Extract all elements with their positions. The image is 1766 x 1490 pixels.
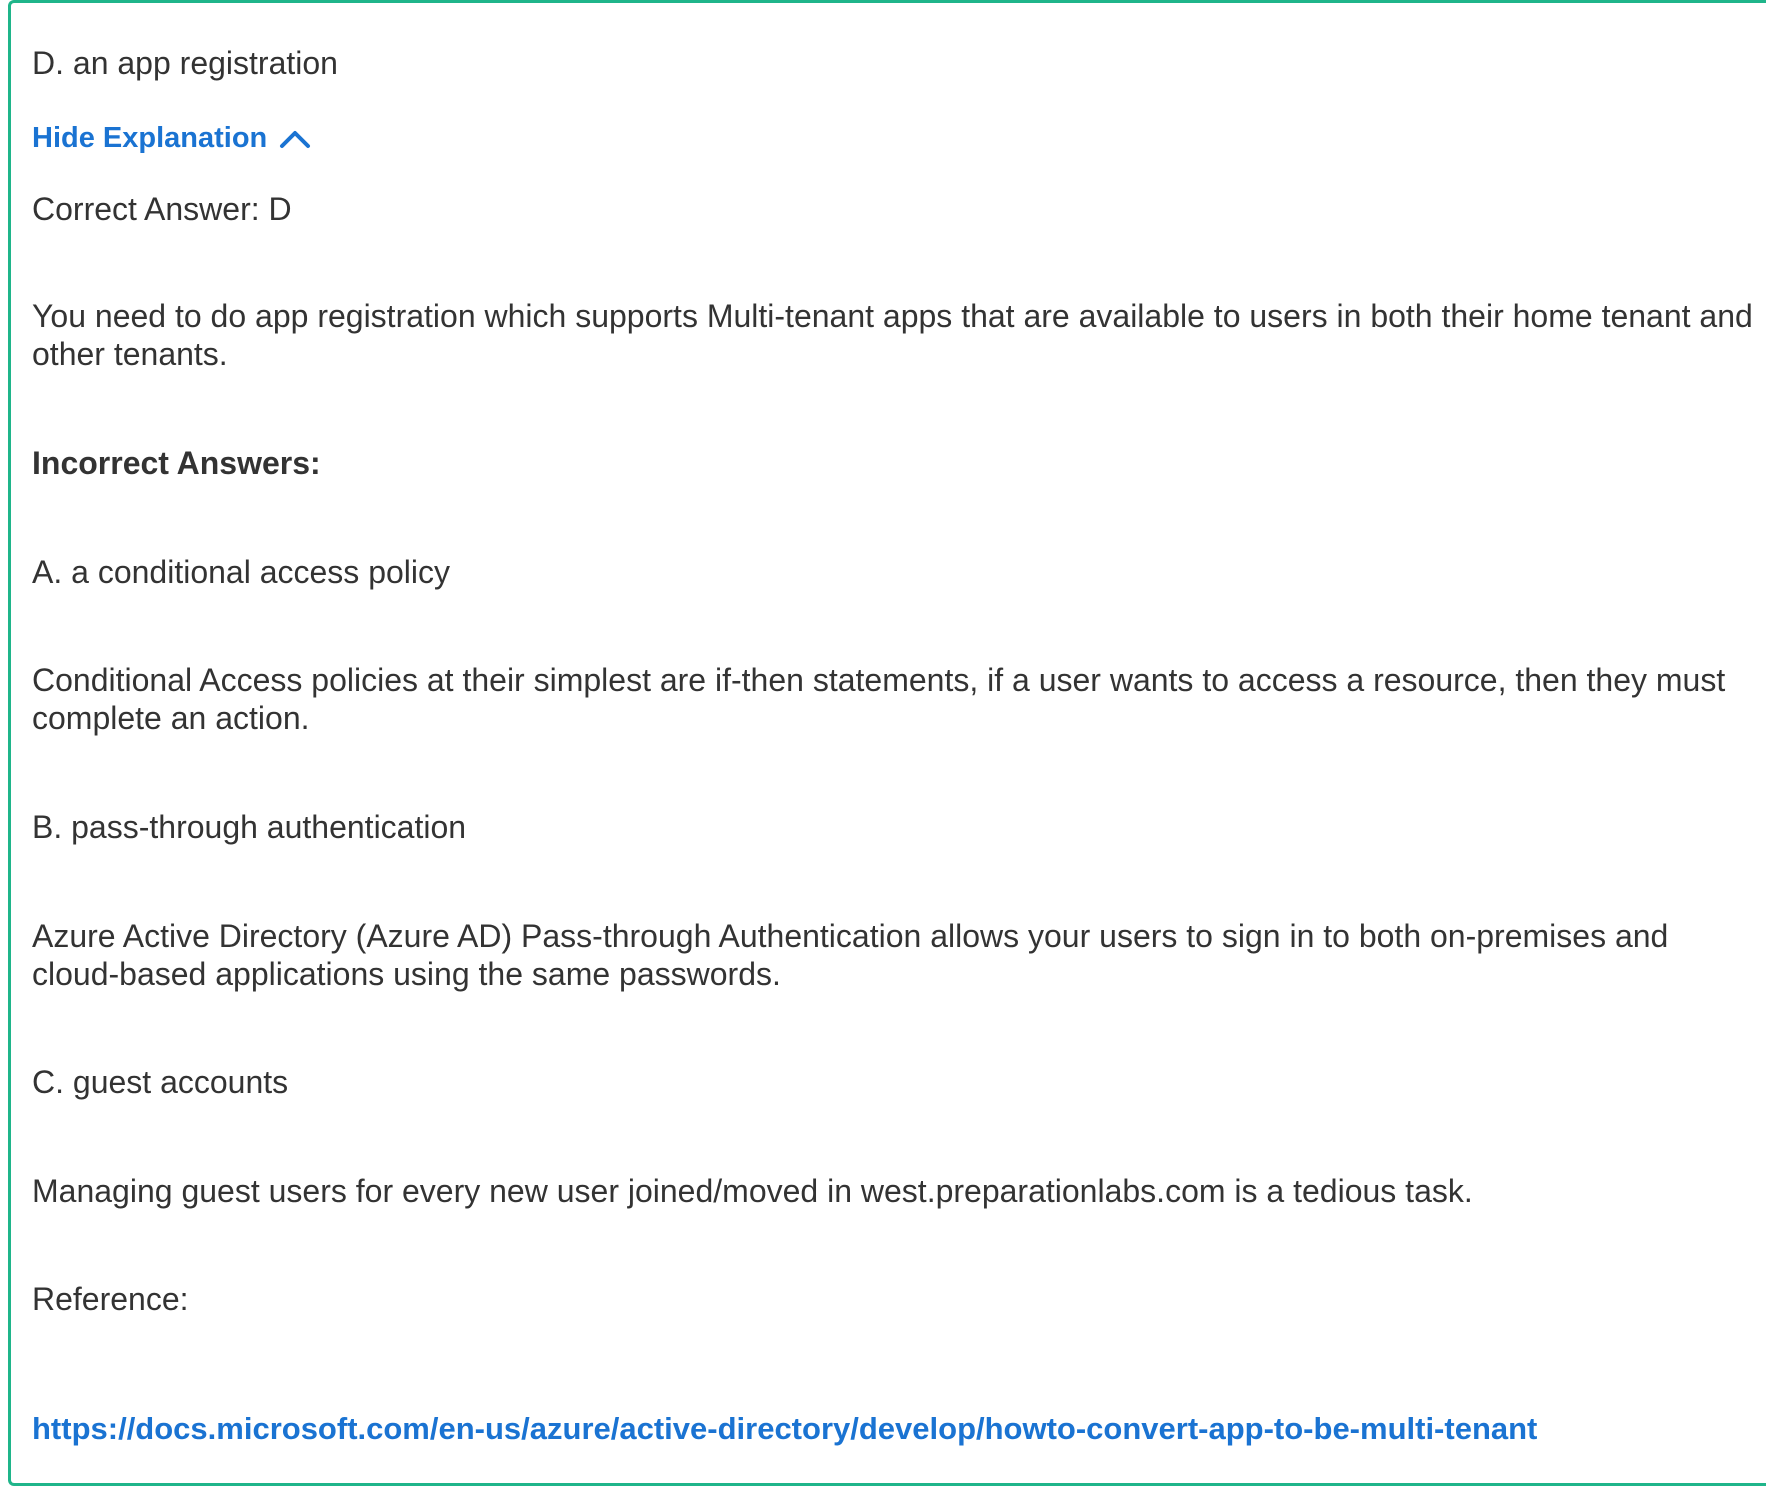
incorrect-option-c: C. guest accounts bbox=[32, 1064, 289, 1100]
hide-explanation-label: Hide Explanation bbox=[32, 122, 268, 154]
incorrect-answers-heading: Incorrect Answers: bbox=[32, 445, 321, 481]
incorrect-reason-a: Conditional Access policies at their sim… bbox=[32, 662, 1726, 736]
explanation-text: You need to do app registration which su… bbox=[32, 298, 1753, 372]
reference-link[interactable]: https://docs.microsoft.com/en-us/azure/a… bbox=[32, 1410, 1537, 1448]
hide-explanation-toggle[interactable]: Hide Explanation bbox=[32, 120, 313, 156]
incorrect-reason-c: Managing guest users for every new user … bbox=[32, 1173, 1473, 1209]
correct-answer-text: Correct Answer: D bbox=[32, 191, 292, 227]
incorrect-option-a: A. a conditional access policy bbox=[32, 554, 450, 590]
incorrect-reason-b: Azure Active Directory (Azure AD) Pass-t… bbox=[32, 918, 1669, 992]
incorrect-option-b: B. pass-through authentication bbox=[32, 809, 467, 845]
option-d-text: D. an app registration bbox=[32, 45, 338, 81]
reference-label: Reference: bbox=[32, 1281, 189, 1317]
chevron-up-icon bbox=[277, 124, 313, 152]
